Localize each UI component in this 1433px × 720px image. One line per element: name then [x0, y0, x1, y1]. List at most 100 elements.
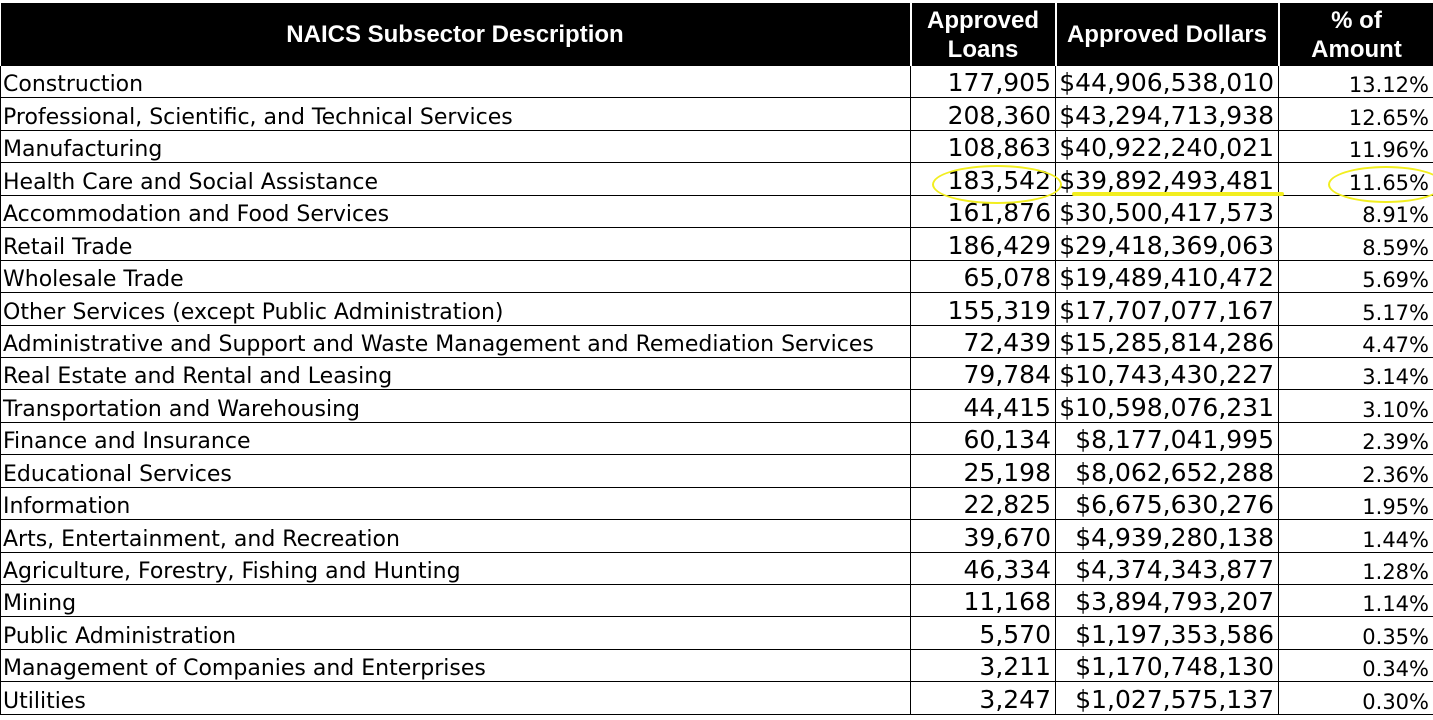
cell-dollars: $10,598,076,231 [1055, 389, 1279, 423]
cell-dollars: $4,939,280,138 [1055, 519, 1279, 553]
header-loans-line1: Approved [926, 6, 1039, 34]
cell-pct: 2.39% [1278, 422, 1433, 456]
cell-loans: 183,542 [910, 162, 1056, 196]
cell-loans: 46,334 [910, 552, 1056, 586]
table-row: Information 22,825 $6,675,630,276 1.95% [0, 487, 1433, 521]
table-row: Mining 11,168 $3,894,793,207 1.14% [0, 584, 1433, 618]
table-row: Finance and Insurance 60,134 $8,177,041,99… [0, 422, 1433, 456]
cell-dollars: $44,906,538,010 [1055, 66, 1279, 99]
cell-pct: 3.10% [1278, 389, 1433, 423]
cell-dollars: $1,027,575,137 [1055, 681, 1279, 715]
table-body: Construction 177,905 $44,906,538,010 13.12%… [0, 66, 1433, 715]
table-header: NAICS Subsector Description Approved Loa… [0, 3, 1433, 66]
highlight-underline-dollars [1072, 192, 1284, 196]
cell-description: Professional, Scientific, and Technical … [0, 97, 911, 131]
cell-pct: 0.35% [1278, 616, 1433, 650]
cell-dollars: $30,500,417,573 [1055, 195, 1279, 229]
table-row: Wholesale Trade 65,078 $19,489,410,472 5.69… [0, 260, 1433, 294]
header-loans-line2: Loans [947, 35, 1019, 63]
cell-loans: 22,825 [910, 487, 1056, 521]
cell-loans: 79,784 [910, 357, 1056, 391]
cell-description: Finance and Insurance [0, 422, 911, 456]
cell-description: Arts, Entertainment, and Recreation [0, 519, 911, 553]
cell-pct: 0.30% [1278, 681, 1433, 715]
cell-dollars: $19,489,410,472 [1055, 260, 1279, 294]
cell-description: Other Services (except Public Administra… [0, 292, 911, 326]
cell-dollars: $15,285,814,286 [1055, 325, 1279, 358]
cell-loans: 60,134 [910, 422, 1056, 456]
table-row: Educational Services 25,198 $8,062,652,288… [0, 454, 1433, 488]
cell-dollars: $6,675,630,276 [1055, 487, 1279, 521]
cell-description: Educational Services [0, 454, 911, 488]
cell-loans: 177,905 [910, 66, 1056, 99]
naics-table: NAICS Subsector Description Approved Loa… [0, 3, 1433, 715]
cell-loans: 72,439 [910, 325, 1056, 358]
cell-description: Accommodation and Food Services [0, 195, 911, 229]
cell-loans: 39,670 [910, 519, 1056, 553]
cell-description: Manufacturing [0, 130, 911, 164]
cell-description: Agriculture, Forestry, Fishing and Hunti… [0, 552, 911, 586]
header-approved-loans: Approved Loans [910, 3, 1057, 66]
cell-pct: 8.91% [1278, 195, 1433, 229]
cell-pct: 8.59% [1278, 227, 1433, 261]
cell-loans: 44,415 [910, 389, 1056, 423]
table-row: Manufacturing 108,863 $40,922,240,021 11.96… [0, 130, 1433, 164]
cell-description: Retail Trade [0, 227, 911, 261]
table-row: Accommodation and Food Services 161,876 $3… [0, 195, 1433, 229]
cell-dollars: $4,374,343,877 [1055, 552, 1279, 586]
header-pct-line2: Amount [1311, 35, 1402, 63]
cell-pct: 3.14% [1278, 357, 1433, 391]
cell-description: Transportation and Warehousing [0, 389, 911, 423]
cell-pct: 0.34% [1278, 649, 1433, 683]
cell-description: Mining [0, 584, 911, 618]
cell-loans: 155,319 [910, 292, 1056, 326]
cell-loans: 161,876 [910, 195, 1056, 229]
table-row: Public Administration 5,570 $1,197,353,586… [0, 616, 1433, 650]
cell-loans: 25,198 [910, 454, 1056, 488]
cell-dollars: $40,922,240,021 [1055, 130, 1279, 164]
table-row: Other Services (except Public Administra… [0, 292, 1433, 326]
cell-dollars: $1,170,748,130 [1055, 649, 1279, 683]
cell-pct: 11.65% [1278, 162, 1433, 196]
table-row-highlighted: Health Care and Social Assistance 183,542… [0, 162, 1433, 196]
cell-description: Health Care and Social Assistance [0, 162, 911, 196]
cell-description: Administrative and Support and Waste Man… [0, 325, 911, 358]
cell-description: Construction [0, 66, 911, 99]
header-description: NAICS Subsector Description [0, 3, 912, 66]
cell-loans: 208,360 [910, 97, 1056, 131]
cell-dollars: $29,418,369,063 [1055, 227, 1279, 261]
table-row: Agriculture, Forestry, Fishing and Hunti… [0, 552, 1433, 586]
cell-dollars: $39,892,493,481 [1055, 162, 1279, 196]
cell-pct: 11.96% [1278, 130, 1433, 164]
header-approved-dollars: Approved Dollars [1055, 3, 1280, 66]
cell-pct: 4.47% [1278, 325, 1433, 358]
cell-dollars: $17,707,077,167 [1055, 292, 1279, 326]
cell-dollars: $10,743,430,227 [1055, 357, 1279, 391]
cell-description: Wholesale Trade [0, 260, 911, 294]
table-row: Construction 177,905 $44,906,538,010 13.12% [0, 66, 1433, 99]
cell-dollars: $1,197,353,586 [1055, 616, 1279, 650]
header-pct-amount: % of Amount [1278, 3, 1433, 66]
table-row: Administrative and Support and Waste Man… [0, 325, 1433, 358]
header-pct-line1: % of [1331, 6, 1382, 34]
cell-dollars: $8,177,041,995 [1055, 422, 1279, 456]
cell-description: Utilities [0, 681, 911, 715]
cell-pct: 2.36% [1278, 454, 1433, 488]
cell-description: Management of Companies and Enterprises [0, 649, 911, 683]
cell-dollars: $3,894,793,207 [1055, 584, 1279, 618]
cell-description: Public Administration [0, 616, 911, 650]
cell-pct: 1.14% [1278, 584, 1433, 618]
cell-dollars: $8,062,652,288 [1055, 454, 1279, 488]
cell-dollars: $43,294,713,938 [1055, 97, 1279, 131]
cell-loans: 65,078 [910, 260, 1056, 294]
cell-pct: 1.44% [1278, 519, 1433, 553]
cell-pct: 12.65% [1278, 97, 1433, 131]
cell-loans: 3,247 [910, 681, 1056, 715]
cell-loans: 186,429 [910, 227, 1056, 261]
table-row: Transportation and Warehousing 44,415 $10,… [0, 389, 1433, 423]
cell-loans: 108,863 [910, 130, 1056, 164]
cell-loans: 11,168 [910, 584, 1056, 618]
table-row: Utilities 3,247 $1,027,575,137 0.30% [0, 681, 1433, 715]
table-row: Retail Trade 186,429 $29,418,369,063 8.59% [0, 227, 1433, 261]
table-row: Arts, Entertainment, and Recreation 39,67… [0, 519, 1433, 553]
